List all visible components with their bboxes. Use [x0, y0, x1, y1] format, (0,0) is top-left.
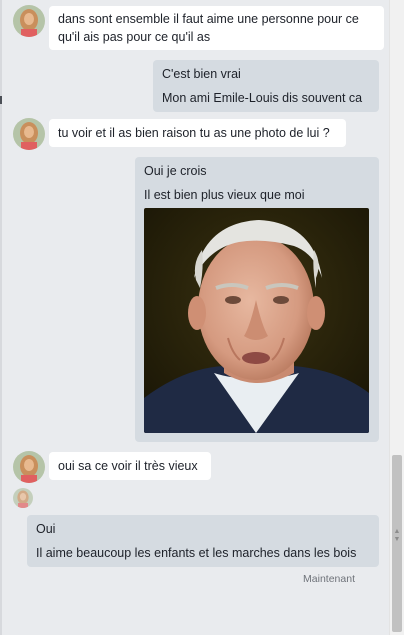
scrollbar[interactable]: ▲ ▼ [389, 0, 404, 635]
message-text: Oui je crois [144, 164, 207, 178]
message-bubble-incoming[interactable]: tu voir et il as bien raison tu as une p… [49, 119, 346, 147]
message-text: C'est bien vrai [162, 67, 241, 81]
message-text: tu voir et il as bien raison tu as une p… [58, 126, 330, 140]
contact-avatar[interactable] [13, 451, 45, 483]
contact-avatar-photo [13, 451, 45, 483]
scroll-arrows-icon: ▲ ▼ [393, 528, 401, 543]
message-text: qu'il ais pas pour ce qu'il as [58, 30, 211, 44]
contact-avatar[interactable] [13, 5, 45, 37]
contact-avatar-photo [13, 118, 45, 150]
contact-avatar-photo [13, 5, 45, 37]
message-text: Il est bien plus vieux que moi [144, 188, 305, 202]
message-timestamp: Maintenant [303, 573, 355, 585]
message-text: Il aime beaucoup les enfants et les marc… [36, 546, 357, 560]
message-bubble-incoming[interactable]: oui sa ce voir il très vieux [49, 452, 211, 480]
contact-avatar[interactable] [13, 118, 45, 150]
photo-of-elderly-man [144, 208, 369, 433]
seen-indicator-avatar [13, 488, 33, 508]
photo-attachment[interactable] [144, 208, 369, 433]
message-text: dans sont ensemble il faut aime une pers… [58, 12, 359, 26]
message-text: Mon ami Emile-Louis dis souvent ca [162, 91, 363, 105]
message-bubble-incoming[interactable]: dans sont ensemble il faut aime une pers… [49, 6, 384, 50]
message-bubble-outgoing[interactable]: C'est bien vrai Mon ami Emile-Louis dis … [153, 60, 379, 112]
message-bubble-outgoing[interactable]: Oui Il aime beaucoup les enfants et les … [27, 515, 379, 567]
message-text: Oui [36, 522, 56, 536]
contact-avatar-photo [13, 488, 33, 508]
chat-conversation[interactable]: dans sont ensemble il faut aime une pers… [0, 0, 389, 635]
message-text: oui sa ce voir il très vieux [58, 459, 198, 473]
left-edge-divider [0, 0, 2, 635]
left-edge-marker [0, 96, 2, 104]
